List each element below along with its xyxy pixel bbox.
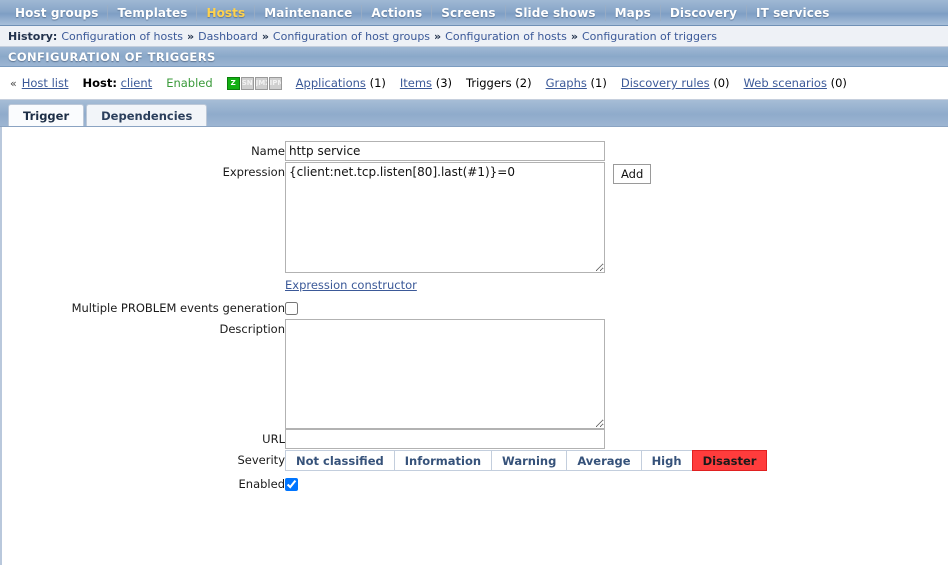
host-list-link-wrap[interactable]: Host list [22, 76, 69, 90]
host-label-value: Host: client [82, 76, 152, 90]
history-separator-icon: » [570, 29, 578, 43]
entity-label[interactable]: Items [400, 76, 432, 90]
enabled-checkbox[interactable] [285, 478, 298, 491]
host-name-link[interactable]: client [121, 76, 153, 90]
trigger-form: Name Expression Add Expression construct… [0, 127, 948, 565]
enabled-label: Enabled [238, 477, 285, 491]
host-status-badge: Enabled [166, 76, 213, 90]
host-entity-applications[interactable]: Applications (1) [296, 76, 386, 90]
name-input[interactable] [285, 141, 605, 161]
entity-count: (3) [432, 76, 452, 90]
severity-option-average[interactable]: Average [566, 450, 641, 471]
entity-count: (1) [365, 76, 386, 90]
entity-label[interactable]: Discovery rules [621, 76, 710, 90]
host-entity-discovery-rules[interactable]: Discovery rules (0) [621, 76, 730, 90]
nav-item-it-services[interactable]: IT services [747, 6, 838, 20]
severity-option-high[interactable]: High [640, 450, 692, 471]
host-entity-links: Applications (1) Items (3) Triggers (2) Gra… [296, 76, 861, 90]
back-arrow-icon: « [10, 76, 17, 90]
form-row-url: URL [2, 429, 767, 450]
url-label: URL [262, 432, 285, 446]
main-navigation-bar: Host groups Templates Hosts Maintenance Acti… [0, 0, 948, 26]
nav-item-maintenance[interactable]: Maintenance [255, 6, 361, 20]
nav-item-discovery[interactable]: Discovery [661, 6, 746, 20]
form-row-description: Description [2, 319, 767, 429]
history-items: Configuration of hosts» Dashboard» Configu… [61, 30, 717, 43]
zabbix-agent-availability-icon: Z [226, 76, 240, 90]
history-link[interactable]: Configuration of hosts [61, 30, 183, 43]
nav-item-hosts[interactable]: Hosts [197, 6, 254, 20]
tab-dependencies[interactable]: Dependencies [86, 104, 208, 126]
history-label: History: [8, 29, 58, 43]
history-link[interactable]: Configuration of hosts [445, 30, 567, 43]
host-entity-graphs[interactable]: Graphs (1) [546, 76, 607, 90]
history-separator-icon: » [261, 29, 269, 43]
entity-count: (0) [826, 76, 847, 90]
host-availability-icons: ZSNJMXIPM [226, 76, 282, 90]
entity-label[interactable]: Applications [296, 76, 366, 90]
severity-option-not-classified[interactable]: Not classified [285, 450, 394, 471]
tab-trigger[interactable]: Trigger [8, 104, 85, 126]
severity-button-group: Not classified Information Warning Average H… [285, 450, 768, 471]
form-tabstrip: Trigger Dependencies [0, 100, 948, 127]
host-entity-triggers: Triggers (2) [466, 76, 532, 90]
history-separator-icon: » [434, 29, 442, 43]
snmp-availability-icon: SN [240, 76, 254, 90]
nav-item-host-groups[interactable]: Host groups [6, 6, 107, 20]
host-context-bar: « Host list Host: client Enabled ZSNJMXI… [0, 67, 948, 100]
jmx-availability-icon: JMX [254, 76, 268, 90]
multiple-problem-events-label: Multiple PROBLEM events generation [71, 301, 285, 315]
form-row-severity: Severity Not classified Information Warnin… [2, 450, 768, 471]
history-link[interactable]: Dashboard [198, 30, 258, 43]
nav-item-slide-shows[interactable]: Slide shows [506, 6, 605, 20]
entity-count: (1) [586, 76, 607, 90]
history-link[interactable]: Configuration of triggers [582, 30, 717, 43]
entity-label[interactable]: Web scenarios [744, 76, 827, 90]
nav-item-screens[interactable]: Screens [432, 6, 504, 20]
expression-add-button[interactable]: Add [613, 164, 652, 184]
page-title: CONFIGURATION OF TRIGGERS [8, 49, 216, 64]
nav-item-maps[interactable]: Maps [606, 6, 660, 20]
entity-label: Triggers [466, 76, 512, 90]
form-row-expression: Expression Add Expression constructor [2, 162, 767, 292]
description-textarea[interactable] [285, 319, 605, 429]
form-row-enabled: Enabled [2, 471, 767, 495]
severity-option-information[interactable]: Information [393, 450, 492, 471]
form-row-multiple-problem-events: Multiple PROBLEM events generation [2, 292, 767, 319]
entity-label[interactable]: Graphs [546, 76, 587, 90]
form-row-name: Name [2, 141, 767, 162]
nav-item-actions[interactable]: Actions [362, 6, 431, 20]
severity-option-disaster[interactable]: Disaster [691, 450, 768, 471]
severity-label: Severity [237, 453, 286, 467]
nav-item-templates[interactable]: Templates [108, 6, 196, 20]
breadcrumb-history-bar: History: Configuration of hosts» Dashboar… [0, 26, 948, 47]
host-entity-items[interactable]: Items (3) [400, 76, 452, 90]
multiple-problem-events-checkbox[interactable] [285, 302, 298, 315]
host-entity-web-scenarios[interactable]: Web scenarios (0) [744, 76, 847, 90]
expression-label: Expression [222, 165, 285, 179]
expression-constructor-link[interactable]: Expression constructor [285, 278, 417, 292]
description-label: Description [219, 322, 286, 336]
severity-option-warning[interactable]: Warning [491, 450, 567, 471]
entity-count: (0) [709, 76, 730, 90]
history-link[interactable]: Configuration of host groups [273, 30, 430, 43]
history-separator-icon: » [187, 29, 195, 43]
url-input[interactable] [285, 429, 605, 449]
ipmi-availability-icon: IPM [268, 76, 282, 90]
entity-count: (2) [511, 76, 532, 90]
expression-textarea[interactable] [285, 162, 605, 273]
host-list-link[interactable]: Host list [22, 76, 69, 90]
page-title-bar: CONFIGURATION OF TRIGGERS [0, 47, 948, 67]
name-label: Name [251, 144, 285, 158]
host-label: Host: [82, 76, 117, 90]
